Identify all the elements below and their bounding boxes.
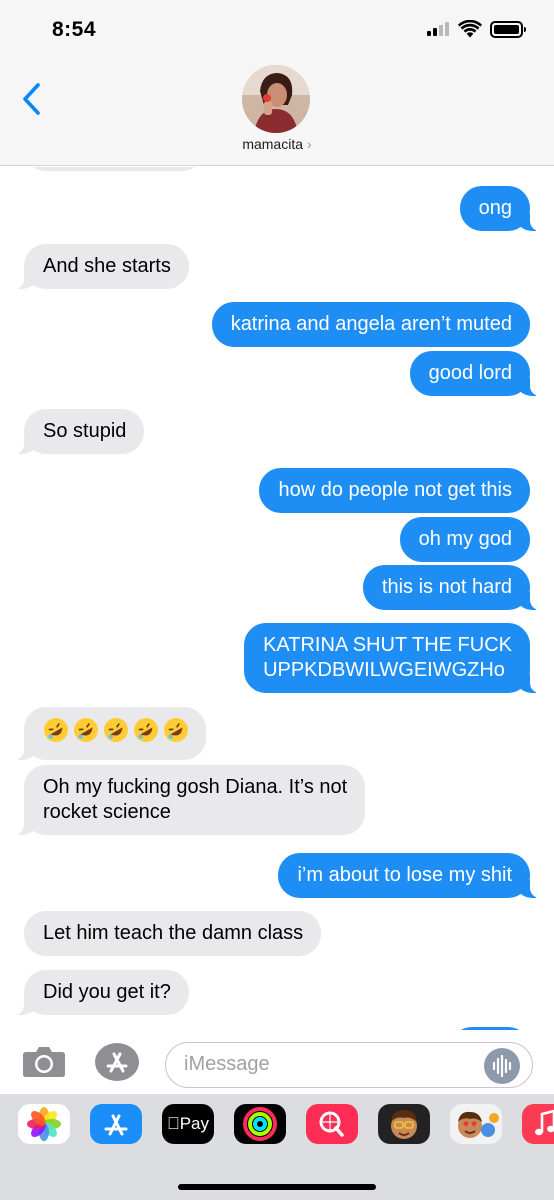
imessage-input[interactable]: iMessage [165, 1042, 533, 1088]
message-bubble-incoming[interactable]: So stupid [13, 409, 145, 454]
message-bubble-outgoing[interactable]: good lord [409, 351, 541, 396]
message-bubble-incoming[interactable]: Did you get it? [14, 970, 189, 1015]
search-web-icon[interactable] [306, 1104, 358, 1144]
memoji-stickers-icon[interactable] [450, 1104, 502, 1144]
message-text: Did you get it? [43, 981, 171, 1003]
contact-avatar[interactable] [242, 65, 310, 133]
message-bubble-outgoing[interactable]: katrina and angela aren’t muted [211, 302, 530, 347]
message-text: Let him teach the damn class [43, 922, 304, 944]
rofl-emoji-icon [74, 718, 98, 742]
rofl-emoji-icon [104, 718, 128, 742]
apple-pay-icon[interactable]: Pay [162, 1104, 214, 1144]
message-bubble-outgoing[interactable]: this is not hard [362, 565, 541, 610]
rofl-emoji-icon [134, 718, 158, 742]
app-store-drawer-icon[interactable] [94, 1042, 140, 1082]
cellular-signal-icon [427, 22, 449, 36]
message-list[interactable]: ong And she starts katrina and angela ar… [0, 167, 554, 1030]
status-bar: 8:54 [0, 0, 554, 60]
message-bubble-outgoing[interactable]: i’m about to lose my shit [278, 853, 540, 898]
apple-pay-label: Pay [173, 1114, 209, 1133]
contact-chevron-icon: › [307, 136, 312, 152]
home-indicator[interactable] [178, 1184, 376, 1190]
message-bubble-incoming[interactable] [14, 707, 206, 760]
contact-name[interactable]: mamacita [242, 136, 303, 152]
message-bubble-incoming[interactable]: And she starts [14, 244, 189, 289]
camera-icon[interactable] [22, 1044, 66, 1078]
memoji-icon[interactable] [378, 1104, 430, 1144]
message-bubble-outgoing[interactable]: KATRINA SHUT THE FUCK UPPKDBWILWGEIWGZHo [244, 623, 540, 693]
audio-message-button[interactable] [484, 1048, 520, 1084]
composer-bar: iMessage [0, 1030, 554, 1094]
message-text: ong [478, 197, 512, 219]
message-text: i’m about to lose my shit [297, 864, 512, 886]
battery-icon [490, 21, 526, 38]
message-text: good lord [428, 362, 512, 384]
back-chevron-icon[interactable] [20, 82, 44, 116]
message-text: And she starts [43, 255, 171, 277]
emoji-group [42, 716, 190, 744]
wifi-icon [458, 20, 482, 38]
rofl-emoji-icon [164, 718, 188, 742]
waveform-icon [492, 1054, 512, 1078]
message-bubble-outgoing[interactable]: how do people not get this [259, 468, 530, 513]
message-bubble-incoming[interactable]: Oh my fucking gosh Diana. It’s not rocke… [13, 765, 366, 835]
message-text: katrina and angela aren’t muted [230, 313, 512, 335]
conversation-header: mamacita › [0, 60, 554, 166]
rofl-emoji-icon [44, 718, 68, 742]
apple-logo-icon:  [167, 1114, 180, 1133]
photos-icon[interactable] [18, 1104, 70, 1144]
status-time: 8:54 [52, 18, 97, 41]
app-store-icon[interactable] [90, 1104, 142, 1144]
message-text: how do people not get this [278, 479, 512, 501]
message-bubble-incoming[interactable]: Let him teach the damn class [24, 911, 322, 956]
message-text: this is not hard [381, 576, 512, 598]
message-text-line: KATRINA SHUT THE FUCK [263, 634, 512, 656]
activity-icon[interactable] [234, 1104, 286, 1144]
music-icon[interactable] [522, 1104, 554, 1144]
message-bubble-outgoing[interactable]: oh my god [399, 517, 530, 562]
message-bubble-outgoing[interactable]: ong [459, 186, 541, 231]
message-text-line: Oh my fucking gosh Diana. It’s not [43, 776, 348, 798]
message-bubble-partial [24, 167, 204, 171]
message-text-line: UPPKDBWILWGEIWGZHo [263, 659, 505, 681]
message-text: oh my god [418, 528, 512, 550]
message-text: So stupid [43, 420, 127, 442]
contact-name-row[interactable]: mamacita › [0, 136, 554, 152]
message-text-line: rocket science [43, 801, 171, 823]
